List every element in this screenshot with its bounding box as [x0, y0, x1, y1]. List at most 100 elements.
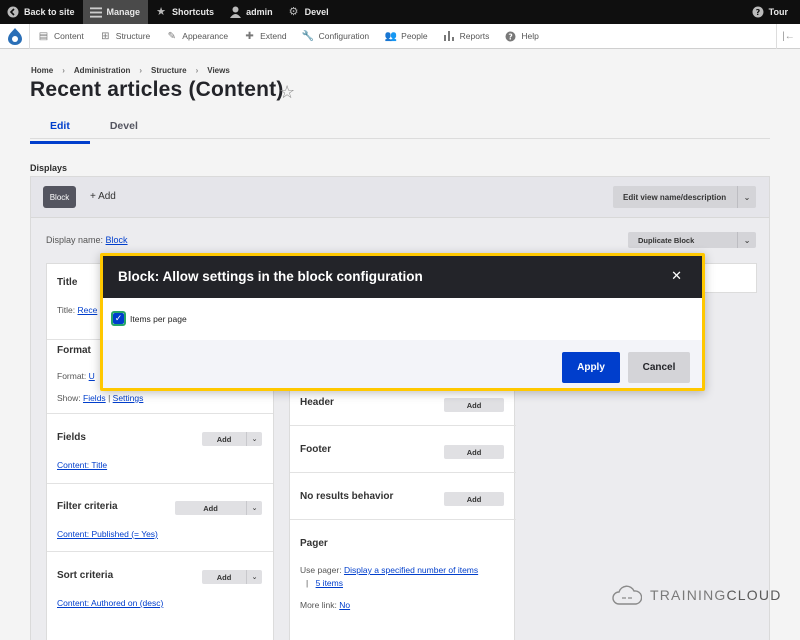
more-link-label: More link:: [300, 600, 337, 610]
fields-section-heading: Fields: [57, 432, 86, 443]
tray-appearance[interactable]: ✎ Appearance: [158, 24, 236, 49]
items-per-page-checkbox[interactable]: ✓: [111, 311, 126, 326]
breadcrumb-separator: ›: [195, 66, 199, 75]
show-separator: |: [108, 393, 111, 403]
help-circle-icon: ?: [752, 6, 764, 18]
chevron-down-icon[interactable]: ⌄: [737, 186, 756, 208]
sort-criteria-heading: Sort criteria: [57, 570, 114, 581]
filter-add-button[interactable]: Add ⌄: [175, 501, 262, 515]
chevron-down-icon[interactable]: ⌄: [246, 570, 262, 584]
pager-type-link[interactable]: Display a specified number of items: [344, 565, 478, 575]
breadcrumb-structure[interactable]: Structure: [151, 66, 187, 75]
show-fields-link[interactable]: Fields: [83, 393, 106, 403]
use-pager-label: Use pager:: [300, 565, 342, 575]
fields-add-label: Add: [216, 434, 232, 444]
tab-edit[interactable]: Edit: [30, 112, 90, 144]
filter-criteria-heading: Filter criteria: [57, 501, 118, 512]
filter-criteria-section: Filter criteria Add ⌄ Content: Published…: [47, 484, 273, 552]
svg-text:?: ?: [509, 32, 513, 41]
tray-help-label: Help: [521, 31, 539, 41]
filter-published-link[interactable]: Content: Published (= Yes): [57, 529, 158, 539]
star-icon: ★: [156, 5, 166, 18]
pager-items-setting: | 5 items: [306, 578, 343, 588]
more-link-value[interactable]: No: [339, 600, 350, 610]
tray-help[interactable]: ? Help: [497, 24, 546, 49]
hamburger-icon: [89, 6, 102, 18]
chevron-down-icon[interactable]: ⌄: [246, 432, 262, 446]
dialog-body: ✓ Items per page: [103, 298, 702, 340]
tray-content[interactable]: ▤ Content: [30, 24, 92, 49]
cloud-icon: [612, 585, 642, 605]
chevron-down-icon[interactable]: ⌄: [246, 501, 262, 515]
tray-structure-label: Structure: [115, 31, 151, 41]
shortcuts-label: Shortcuts: [172, 7, 215, 17]
filter-add-label: Add: [203, 503, 218, 513]
svg-text:?: ?: [755, 8, 760, 17]
tray-configuration[interactable]: 🔧 Configuration: [295, 24, 378, 49]
sort-criteria-section: Sort criteria Add ⌄ Content: Authored on…: [47, 552, 273, 622]
admin-toolbar: Back to site Manage ★ Shortcuts admin ⚙ …: [0, 0, 800, 24]
title-setting: Title: Rece: [57, 305, 97, 315]
breadcrumb-views[interactable]: Views: [207, 66, 230, 75]
header-section-heading: Header: [300, 397, 334, 408]
paint-icon: ✎: [167, 30, 176, 42]
sort-add-button[interactable]: Add ⌄: [202, 570, 262, 584]
gear-icon: ⚙: [288, 5, 299, 18]
tray-reports[interactable]: Reports: [436, 24, 498, 49]
devel-link[interactable]: ⚙ Devel: [281, 0, 337, 24]
items-per-page-label[interactable]: Items per page: [130, 314, 187, 324]
sort-list: Content: Authored on (desc): [57, 598, 163, 608]
back-to-site-link[interactable]: Back to site: [0, 0, 83, 24]
shortcuts-link[interactable]: ★ Shortcuts: [148, 0, 222, 24]
format-setting-link[interactable]: U: [89, 371, 95, 381]
manage-link[interactable]: Manage: [82, 0, 149, 24]
help-icon: ?: [505, 31, 516, 42]
chevron-down-icon[interactable]: ⌄: [737, 232, 756, 248]
header-add-button[interactable]: Add: [444, 398, 504, 412]
tray-structure[interactable]: ⊞ Structure: [92, 24, 159, 49]
display-name: Display name: Block: [46, 235, 128, 245]
block-display-tab[interactable]: Block: [43, 186, 76, 208]
tray-extend[interactable]: ✚ Extend: [236, 24, 294, 49]
field-content-title-link[interactable]: Content: Title: [57, 460, 107, 470]
tour-button[interactable]: ? Tour: [745, 0, 796, 24]
shortcut-star-icon[interactable]: ☆: [279, 82, 295, 103]
no-results-add-button[interactable]: Add: [444, 492, 504, 506]
user-link[interactable]: admin: [222, 0, 281, 24]
breadcrumb: Home › Administration › Structure › View…: [31, 66, 230, 75]
page-title: Recent articles (Content): [30, 78, 284, 101]
edit-view-name-button[interactable]: Edit view name/description ⌄: [613, 186, 756, 208]
puzzle-icon: ✚: [245, 30, 254, 42]
breadcrumb-separator: ›: [62, 66, 65, 75]
tray-extend-label: Extend: [260, 31, 287, 41]
tab-devel[interactable]: Devel: [90, 112, 158, 144]
add-display-button[interactable]: + Add: [90, 191, 116, 202]
cancel-button[interactable]: Cancel: [628, 352, 690, 383]
dialog-title: Block: Allow settings in the block confi…: [118, 269, 423, 284]
drupal-logo[interactable]: [0, 23, 30, 49]
footer-section-heading: Footer: [300, 444, 332, 455]
breadcrumb-home[interactable]: Home: [31, 66, 53, 75]
user-label: admin: [246, 7, 273, 17]
pager-items-link[interactable]: 5 items: [316, 578, 343, 588]
footer-add-button[interactable]: Add: [444, 445, 504, 459]
tray-people[interactable]: 👥 People: [377, 24, 435, 49]
title-setting-link[interactable]: Rece: [77, 305, 97, 315]
show-setting-label: Show:: [57, 393, 81, 403]
breadcrumb-administration[interactable]: Administration: [74, 66, 130, 75]
sort-add-label: Add: [216, 572, 232, 582]
devel-label: Devel: [304, 7, 329, 17]
display-name-link[interactable]: Block: [106, 235, 128, 245]
bar-chart-icon: [444, 31, 455, 42]
tour-label: Tour: [768, 7, 788, 17]
apply-button[interactable]: Apply: [562, 352, 620, 383]
show-settings-link[interactable]: Settings: [113, 393, 144, 403]
tray-orientation-toggle-icon[interactable]: |←: [776, 24, 800, 49]
duplicate-block-button[interactable]: Duplicate Block ⌄: [628, 232, 756, 248]
close-icon[interactable]: ✕: [671, 268, 682, 284]
fields-add-button[interactable]: Add ⌄: [202, 432, 262, 446]
views-column-second: Header Add Footer Add No results behavio…: [289, 377, 516, 640]
pager-heading: Pager: [300, 538, 328, 549]
sort-authored-link[interactable]: Content: Authored on (desc): [57, 598, 163, 608]
fields-list: Content: Title: [57, 460, 107, 470]
